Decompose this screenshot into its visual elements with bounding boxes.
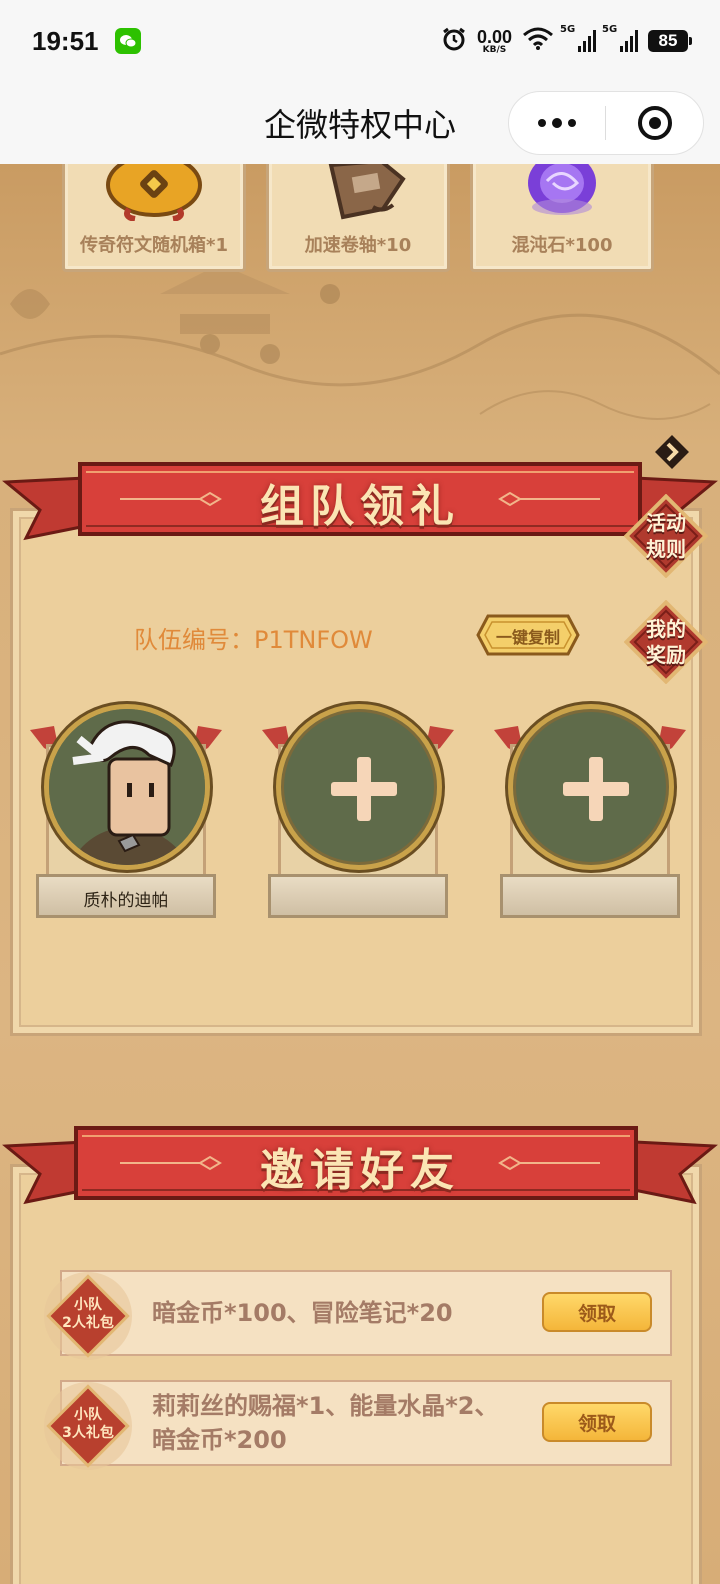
gift-description: 莉莉丝的赐福*1、能量水晶*2、 暗金币*200 (152, 1392, 499, 1454)
close-target-icon (637, 106, 672, 140)
page-title: 企微特权中心 (263, 106, 456, 144)
signal-icon: 5G (560, 24, 596, 52)
invite-member-slot[interactable] (262, 704, 454, 926)
invite-section-title: 邀请好友 (260, 1145, 460, 1196)
gift-badge: 小队 2人礼包 (42, 1270, 134, 1362)
reward-card: 加速卷轴*10 (266, 164, 450, 272)
gift-badge: 小队 3人礼包 (42, 1380, 134, 1472)
wechat-icon (114, 28, 141, 54)
invite-panel (10, 1164, 702, 1584)
reward-card: 混沌石*100 (470, 164, 654, 272)
gold-bag-icon (106, 164, 202, 221)
more-dots-icon (538, 119, 546, 127)
close-button[interactable] (606, 106, 703, 140)
purple-orb-icon (528, 164, 596, 215)
scroll-icon (328, 164, 406, 220)
copy-label: 一键复制 (495, 628, 560, 647)
activity-rules-label: 活动 规则 (646, 511, 686, 561)
my-rewards-label: 我的 奖励 (646, 617, 686, 667)
chevron-right-icon[interactable] (652, 432, 692, 476)
copy-team-id-button[interactable]: 一键复制 (476, 614, 580, 656)
avatar (49, 709, 205, 865)
member-name: 质朴的迪帕 (83, 891, 169, 911)
nav-bar: 企微特权中心 (0, 82, 720, 164)
signal-icon: 5G (602, 24, 638, 52)
battery-indicator: 85 (648, 30, 692, 52)
add-member-button[interactable] (508, 704, 674, 870)
gift-row-2-person: 小队 2人礼包 暗金币*100、冒险笔记*20 领取 (44, 1270, 672, 1360)
miniprogram-capsule (508, 91, 704, 155)
claim-button[interactable]: 领取 (542, 1292, 652, 1332)
team-section-title: 组队领礼 (260, 481, 460, 532)
status-time: 19:51 (32, 25, 99, 56)
my-rewards-button[interactable]: 我的 奖励 (624, 600, 708, 684)
invite-member-slot[interactable] (494, 704, 686, 926)
main-content[interactable]: 传奇符文随机箱*1 加速卷轴*10 混沌石*100 组队领礼 活动 规则 我的 … (0, 164, 720, 1584)
network-speed: 0.00 KB/S (476, 26, 512, 55)
team-member-slot[interactable]: 质朴的迪帕 (30, 704, 222, 926)
wifi-icon (522, 27, 554, 55)
activity-rules-button[interactable]: 活动 规则 (624, 494, 708, 578)
claim-button[interactable]: 领取 (542, 1402, 652, 1442)
more-button[interactable] (509, 92, 605, 154)
gift-row-3-person: 小队 3人礼包 莉莉丝的赐福*1、能量水晶*2、 暗金币*200 领取 (44, 1380, 672, 1470)
alarm-icon (441, 26, 467, 56)
member-avatar (44, 704, 210, 870)
team-id-text: 队伍编号：P1TNFOW (134, 626, 373, 654)
reward-label: 加速卷轴*10 (304, 235, 412, 256)
add-member-button[interactable] (276, 704, 442, 870)
gift-description: 暗金币*100、冒险笔记*20 (152, 1299, 453, 1327)
reward-label: 传奇符文随机箱*1 (80, 235, 228, 256)
status-bar: 19:51 0.00 KB/S 5G 5G 85 (0, 0, 720, 82)
reward-label: 混沌石*100 (511, 235, 613, 256)
reward-card: 传奇符文随机箱*1 (62, 164, 246, 272)
